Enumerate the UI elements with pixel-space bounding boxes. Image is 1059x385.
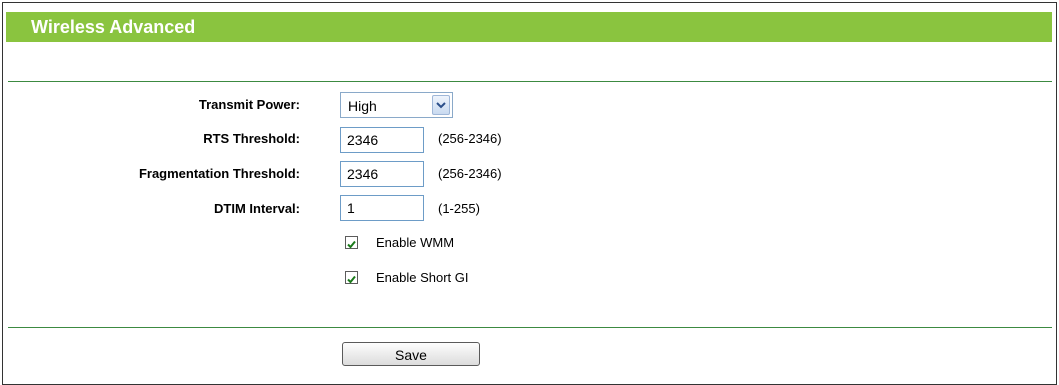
enable-short-gi-label: Enable Short GI [376, 270, 469, 285]
checkmark-icon [347, 240, 356, 249]
transmit-power-label: Transmit Power: [198, 97, 300, 112]
page-title: Wireless Advanced [31, 17, 196, 37]
fragmentation-threshold-label: Fragmentation Threshold: [138, 166, 300, 181]
transmit-power-select[interactable]: High [340, 92, 453, 118]
transmit-power-value: High [348, 98, 377, 114]
enable-short-gi-checkbox[interactable] [345, 271, 358, 284]
enable-wmm-checkbox[interactable] [345, 236, 358, 249]
fragmentation-threshold-input[interactable] [340, 161, 424, 187]
rts-threshold-label: RTS Threshold: [203, 131, 300, 146]
dtim-interval-hint: (1-255) [438, 201, 480, 216]
dtim-interval-input[interactable] [340, 195, 424, 221]
checkmark-icon [347, 275, 356, 284]
save-button[interactable]: Save [342, 342, 480, 366]
rts-threshold-input[interactable] [340, 127, 424, 153]
chevron-down-icon[interactable] [432, 95, 450, 115]
fragmentation-threshold-hint: (256-2346) [438, 166, 502, 181]
rts-threshold-hint: (256-2346) [438, 131, 502, 146]
enable-wmm-label: Enable WMM [376, 235, 455, 250]
dtim-interval-label: DTIM Interval: [214, 201, 300, 216]
top-divider [8, 81, 1052, 82]
title-bar: Wireless Advanced [6, 12, 1052, 42]
bottom-divider [8, 327, 1052, 328]
